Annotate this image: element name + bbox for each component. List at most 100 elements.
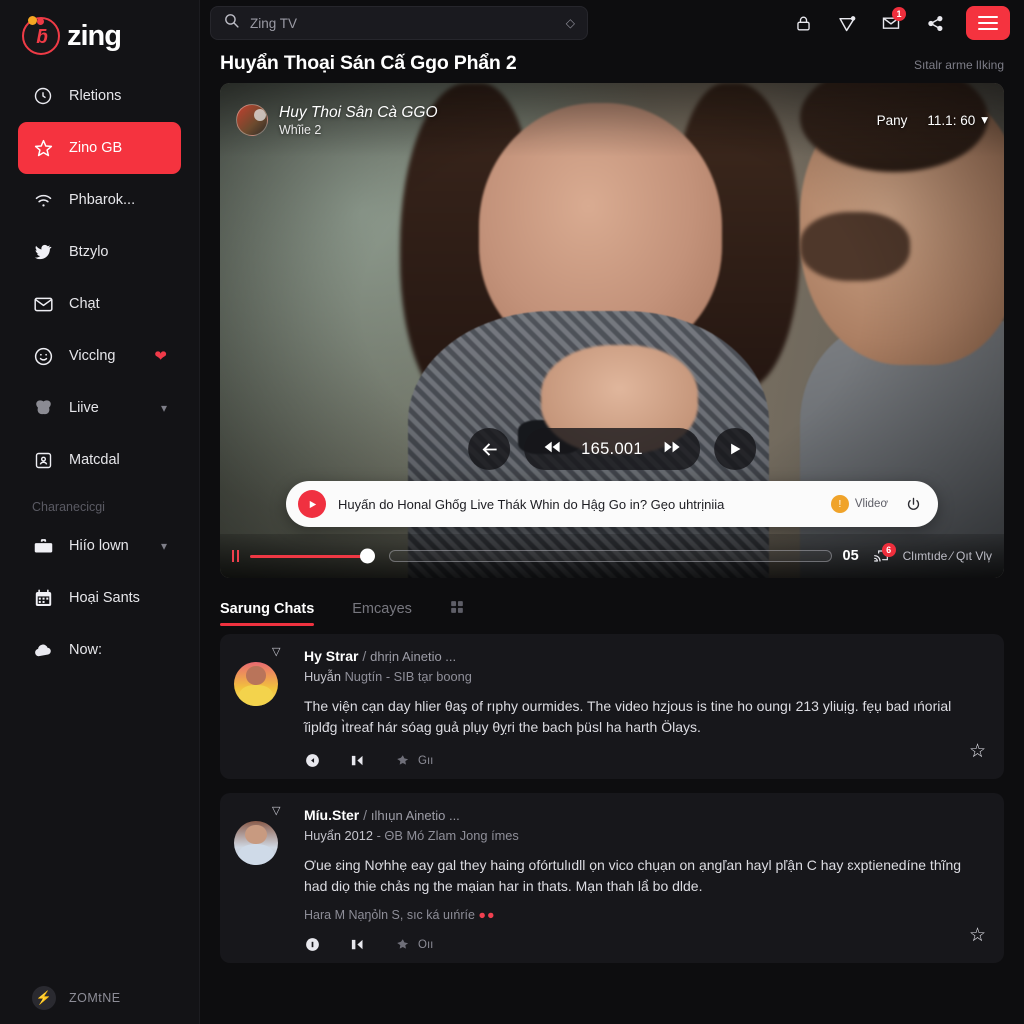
comments-list: ▽ Hy Strar / dhrịn Ainetio ... Huyẫn Nug…: [200, 626, 1024, 963]
bird-icon: [32, 241, 54, 263]
heart-icon[interactable]: ❤: [154, 347, 167, 365]
video-progress-bar[interactable]: [249, 548, 375, 564]
video-timecode: 165.001: [581, 439, 643, 458]
pause-icon[interactable]: [232, 550, 239, 562]
sidebar-nav: Rletions Zino GB Phbarok... Btzylo Chạt …: [0, 70, 199, 676]
comment-handle: dhrịn Ainetio ...: [370, 649, 457, 664]
video-seek-bar-row: 05 6 Clımtıde ⁄ Qıt Vlv̦: [220, 534, 1004, 578]
search-bar[interactable]: Zing TV ◇: [210, 6, 588, 40]
table-row[interactable]: ▽ Míu.Ster / ılhıụn Ainetio ... Huyẩn 20…: [220, 793, 1004, 963]
video-buffer-bar[interactable]: [388, 550, 832, 562]
comment-separator: /: [362, 648, 367, 664]
star-outline-icon[interactable]: ☆: [969, 924, 986, 947]
table-row[interactable]: ▽ Hy Strar / dhrịn Ainetio ... Huyẫn Nug…: [220, 634, 1004, 779]
mail-icon[interactable]: 1: [874, 6, 908, 40]
send-icon[interactable]: [830, 6, 864, 40]
sidebar-item-phbarok[interactable]: Phbarok...: [18, 174, 181, 226]
sidebar-item-vicclng[interactable]: Vicclng ❤: [18, 330, 181, 382]
avatar[interactable]: [234, 662, 278, 706]
brand-name: zing: [67, 19, 122, 52]
forward-icon[interactable]: [349, 753, 366, 768]
video-overlay-title: Huy Thoi Sân Cà GGO: [279, 103, 438, 121]
sidebar-item-label: Zino GB: [69, 140, 123, 156]
channel-avatar[interactable]: [236, 104, 268, 136]
grid-icon[interactable]: [450, 600, 464, 626]
comment-note-emoji: ●●: [478, 908, 496, 922]
play-button[interactable]: [713, 428, 756, 470]
search-icon: [223, 12, 240, 34]
mail-badge-count: 1: [892, 7, 906, 21]
fast-forward-button[interactable]: [661, 437, 683, 462]
cast-badge-count: 6: [881, 543, 896, 557]
page-header: Huyẩn Thoại Sán Cấ Ggo Phẩn 2 Sıtalr arm…: [200, 46, 1024, 83]
progress-handle[interactable]: [359, 548, 375, 564]
chevron-down-icon[interactable]: ▽: [272, 645, 280, 658]
video-quality-label[interactable]: Clımtıde ⁄ Qıt Vlv̦: [903, 549, 992, 563]
share-icon[interactable]: [918, 6, 952, 40]
sidebar-item-matcdal[interactable]: Matcdal: [18, 434, 181, 486]
id-card-icon: [32, 449, 54, 471]
rewind-button[interactable]: [541, 437, 563, 462]
video-timestamp: 11.1: 60: [927, 112, 976, 128]
play-badge-icon[interactable]: [298, 490, 326, 518]
video-toast-tag-label: Vlideơ: [854, 498, 888, 510]
video-overlay-header: Huy Thoi Sân Cà GGO Whĩie 2 Pany 11.1: 6…: [220, 83, 1004, 157]
tab-emcayes[interactable]: Emcayes: [352, 601, 412, 626]
previous-button[interactable]: [468, 428, 511, 470]
video-counter: 05: [842, 548, 859, 564]
lock-icon[interactable]: [786, 6, 820, 40]
video-toast-banner[interactable]: Huyấn do Honal Ghốg Live Thák Whin do Hậ…: [286, 481, 938, 527]
smiley-icon: [32, 345, 54, 367]
tag-icon[interactable]: Oıı: [394, 937, 433, 952]
star-icon: [32, 137, 54, 159]
tag-icon[interactable]: Gıı: [394, 753, 433, 768]
cloud-icon: [32, 639, 54, 661]
comment-meta-rest: Nugtín - SIB tạr boong: [344, 669, 472, 684]
mail-icon: [32, 293, 54, 315]
sidebar-item-zino-gb[interactable]: Zino GB: [18, 122, 181, 174]
zing-logo-icon: ƃ: [22, 16, 60, 55]
video-transport-controls: 165.001: [468, 428, 756, 470]
cast-icon[interactable]: 6: [870, 543, 896, 566]
comment-meta-strong: Huyẩn 2012: [304, 828, 374, 843]
main-content: Zing TV ◇ 1 Huyẩn Thoại Sán Cấ Ggo Phẩn …: [200, 0, 1024, 1024]
reply-icon[interactable]: [304, 936, 321, 953]
brand-logo[interactable]: ƃ zing: [0, 0, 199, 58]
clock-icon: [32, 85, 54, 107]
chevron-down-icon[interactable]: ▾: [161, 401, 167, 415]
power-icon[interactable]: [900, 491, 926, 517]
comment-author: Míu.Ster: [304, 807, 360, 823]
sidebar-item-rletions[interactable]: Rletions: [18, 70, 181, 122]
sidebar-item-hio-lown[interactable]: Hiío lown ▾: [18, 520, 181, 572]
diamond-icon[interactable]: ◇: [566, 16, 575, 30]
reply-icon[interactable]: [304, 752, 321, 769]
forward-icon[interactable]: [349, 937, 366, 952]
sidebar-section-label: Charanecicgi: [32, 500, 105, 514]
comment-meta-strong: Huyẫn: [304, 669, 341, 684]
chevron-down-icon[interactable]: ▾: [981, 112, 988, 128]
sidebar-item-label: Chạt: [69, 296, 100, 312]
tag-count: Gıı: [418, 754, 434, 767]
search-input[interactable]: Zing TV: [250, 16, 556, 31]
timecode-pill: 165.001: [524, 428, 700, 470]
chevron-down-icon[interactable]: ▾: [161, 539, 167, 553]
avatar[interactable]: [234, 821, 278, 865]
tab-sarung-chats[interactable]: Sarung Chats: [220, 601, 315, 626]
comment-text: Ơue ɛing Nơhhẹ eay gal they haing ofórtu…: [304, 857, 962, 894]
tag-count: Oıı: [418, 938, 434, 951]
hamburger-menu-icon[interactable]: [966, 6, 1010, 40]
sidebar-item-chat[interactable]: Chạt: [18, 278, 181, 330]
page-title: Huyẩn Thoại Sán Cấ Ggo Phẩn 2: [220, 52, 517, 74]
star-outline-icon[interactable]: ☆: [969, 740, 986, 763]
sidebar-footer[interactable]: ⚡ ZOMtNE: [0, 986, 199, 1010]
comment-note: Hara M Nạŋỏln S, sıc ká uıńríe ●●: [304, 908, 988, 922]
video-player[interactable]: Huy Thoi Sân Cà GGO Whĩie 2 Pany 11.1: 6…: [220, 83, 1004, 578]
sidebar-item-btzylo[interactable]: Btzylo: [18, 226, 181, 278]
video-overlay-subtitle: Whĩie 2: [279, 122, 322, 137]
sidebar-item-now[interactable]: Now:: [18, 624, 181, 676]
comment-author-line: Hy Strar / dhrịn Ainetio ...: [304, 648, 988, 664]
comment-meta: Huyẫn Nugtín - SIB tạr boong: [304, 669, 988, 684]
sidebar-item-liive[interactable]: Liive ▾: [18, 382, 181, 434]
sidebar-item-hoai-sants[interactable]: Hoại Sants: [18, 572, 181, 624]
chevron-down-icon[interactable]: ▽: [272, 804, 280, 817]
